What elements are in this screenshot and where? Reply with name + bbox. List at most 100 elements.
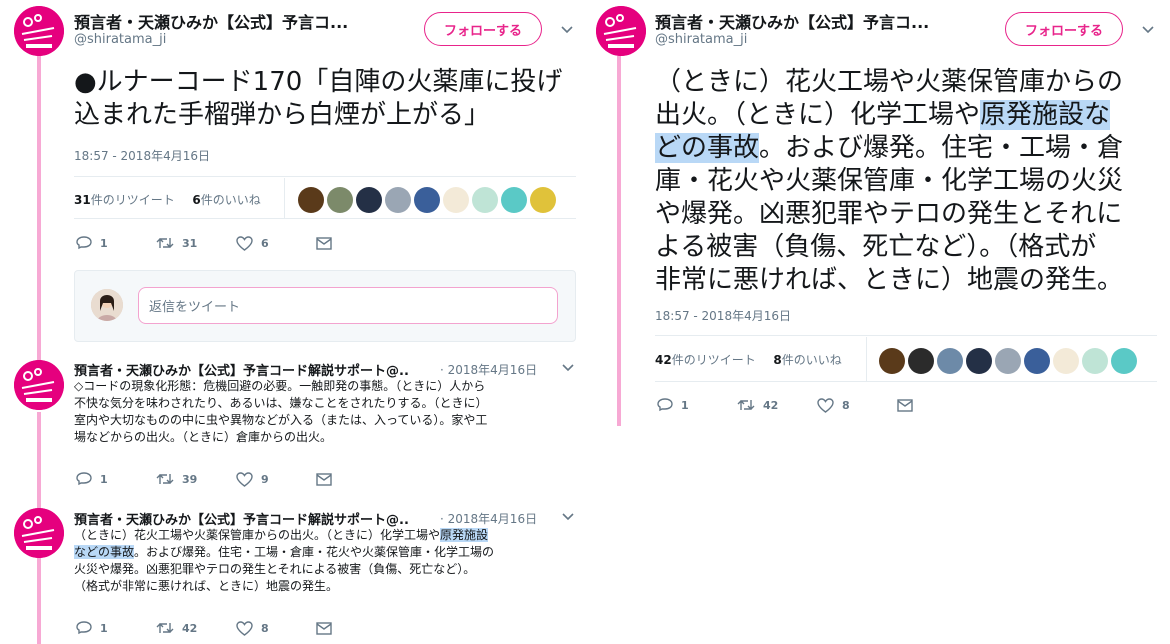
left-tweet-panel: 預言者・天瀬ひみか【公式】予言コ... @shiratama_ji フォローする… [0,0,596,644]
liker-avatar[interactable] [966,348,992,374]
account-name[interactable]: 預言者・天瀬ひみか【公式】予言コ... [655,9,929,33]
reply-text: （ときに）花火工場や火薬保管庫からの出火。（ときに）化学工場や原発施設 などの事… [74,527,574,595]
like-action[interactable]: 8 [236,621,269,636]
retweet-action[interactable]: 39 [156,472,197,486]
heart-icon [236,236,253,251]
like-count: 8 [261,622,269,635]
divider [866,337,867,381]
retweet-label[interactable]: 件のリツイート [672,353,756,367]
tweet-text-segment: 出火。（ときに）化学工場や [655,100,981,130]
message-action[interactable] [316,622,340,635]
tweet-text-line: 非常に悪ければ、ときに）地震の発生。 [655,265,1124,295]
retweet-icon [156,623,174,633]
liker-avatar[interactable] [937,348,963,374]
tweet-timestamp[interactable]: 18:57 - 2018年4月16日 [655,307,791,324]
reply-text: ◇コードの現象化形態：危機回避の必要。一触即発の事態。（ときに）人から 不快な気… [74,378,574,446]
account-name[interactable]: 預言者・天瀬ひみか【公式】予言コ... [74,9,348,33]
reply-icon [76,621,92,635]
like-count[interactable]: 6 [192,193,200,207]
heart-icon [236,621,253,636]
liker-avatar[interactable] [385,187,411,213]
liker-avatar[interactable] [1111,348,1137,374]
retweet-action[interactable]: 31 [156,236,197,250]
avatar[interactable] [14,6,64,56]
liker-avatar[interactable] [1024,348,1050,374]
message-action[interactable] [897,399,921,412]
chevron-down-icon[interactable] [561,512,575,522]
avatar[interactable] [596,6,646,56]
retweet-label[interactable]: 件のリツイート [91,193,175,207]
reply-action[interactable]: 1 [76,621,108,636]
retweet-action[interactable]: 42 [737,398,778,412]
divider [655,335,1157,336]
retweet-icon [156,474,174,484]
reply-action[interactable]: 1 [76,236,108,251]
liker-avatar[interactable] [1082,348,1108,374]
highlighted-text: などの事故 [74,545,135,559]
account-handle[interactable]: @shiratama_ji [655,32,747,47]
tweet-text-segment: 。および爆発。住宅・工場・倉 [759,133,1124,163]
heart-icon [236,472,253,487]
like-action[interactable]: 6 [236,236,269,251]
liker-avatar[interactable] [356,187,382,213]
envelope-icon [316,622,332,635]
retweet-action[interactable]: 42 [156,621,197,635]
reply-author-name[interactable]: 預言者・天瀬ひみか【公式】予言コード解説サポート@.. [74,360,409,379]
liker-avatar[interactable] [1053,348,1079,374]
tweet-timestamp[interactable]: 18:57 - 2018年4月16日 [74,147,210,164]
chevron-down-icon[interactable] [561,363,575,373]
heart-icon [817,398,834,413]
follow-button[interactable]: フォローする [1005,12,1123,46]
reply-text-segment: 。および爆発。住宅・工場・倉庫・花火や火薬保管庫・化学工場の [134,545,495,559]
liker-avatar[interactable] [327,187,353,213]
reply-author-name[interactable]: 預言者・天瀬ひみか【公式】予言コード解説サポート@.. [74,509,409,528]
envelope-icon [316,237,332,250]
avatar[interactable] [14,508,64,558]
thread-line [617,56,621,426]
user-avatar[interactable] [91,289,123,321]
like-count[interactable]: 8 [773,353,781,367]
liker-avatar[interactable] [530,187,556,213]
reply-action[interactable]: 1 [76,472,108,487]
divider [74,176,576,177]
reply-icon [76,236,92,250]
reply-date[interactable]: · 2018年4月16日 [440,361,537,378]
tweet-text-line: どの事故。および爆発。住宅・工場・倉 [655,132,1123,165]
follow-button[interactable]: フォローする [424,12,542,46]
reply-text-line: などの事故。および爆発。住宅・工場・倉庫・花火や火薬保管庫・化学工場の [74,544,574,561]
liker-avatar[interactable] [908,348,934,374]
liker-avatar[interactable] [414,187,440,213]
reply-input[interactable]: 返信をツイート [138,287,558,324]
right-tweet-panel: 預言者・天瀬ひみか【公式】予言コ... @shiratama_ji フォローする… [596,0,1170,644]
message-action[interactable] [316,237,340,250]
liker-avatar[interactable] [995,348,1021,374]
retweet-count: 42 [182,621,198,635]
liker-avatar[interactable] [443,187,469,213]
like-action[interactable]: 8 [817,398,850,413]
reply-icon [76,472,92,486]
like-action[interactable]: 9 [236,472,269,487]
reply-date[interactable]: · 2018年4月16日 [440,510,537,527]
chevron-down-icon[interactable] [560,25,574,35]
liker-avatar[interactable] [472,187,498,213]
avatar[interactable] [14,360,64,410]
message-action[interactable] [316,473,340,486]
liker-avatar[interactable] [501,187,527,213]
tweet-text-line: や爆発。凶悪犯罪やテロの発生とそれに [655,199,1123,229]
envelope-icon [897,399,913,412]
retweet-count: 31 [182,236,198,250]
retweet-count[interactable]: 31 [74,193,91,207]
liker-avatar[interactable] [879,348,905,374]
like-label[interactable]: 件のいいね [201,193,261,207]
account-handle[interactable]: @shiratama_ji [74,32,166,47]
liker-avatar[interactable] [298,187,324,213]
divider [284,178,285,218]
tweet-text-line: 込まれた手榴弾から白煙が上がる」 [74,100,491,130]
chevron-down-icon[interactable] [1141,25,1155,35]
retweet-count[interactable]: 42 [655,353,672,367]
thread-line [37,412,41,508]
like-label[interactable]: 件のいいね [782,353,842,367]
reply-action[interactable]: 1 [657,398,689,413]
tweet-text-line: （ときに）花火工場や火薬保管庫からの [655,67,1124,97]
reply-text-segment: （ときに）花火工場や火薬保管庫からの出火。（ときに）化学工場や [74,528,441,542]
